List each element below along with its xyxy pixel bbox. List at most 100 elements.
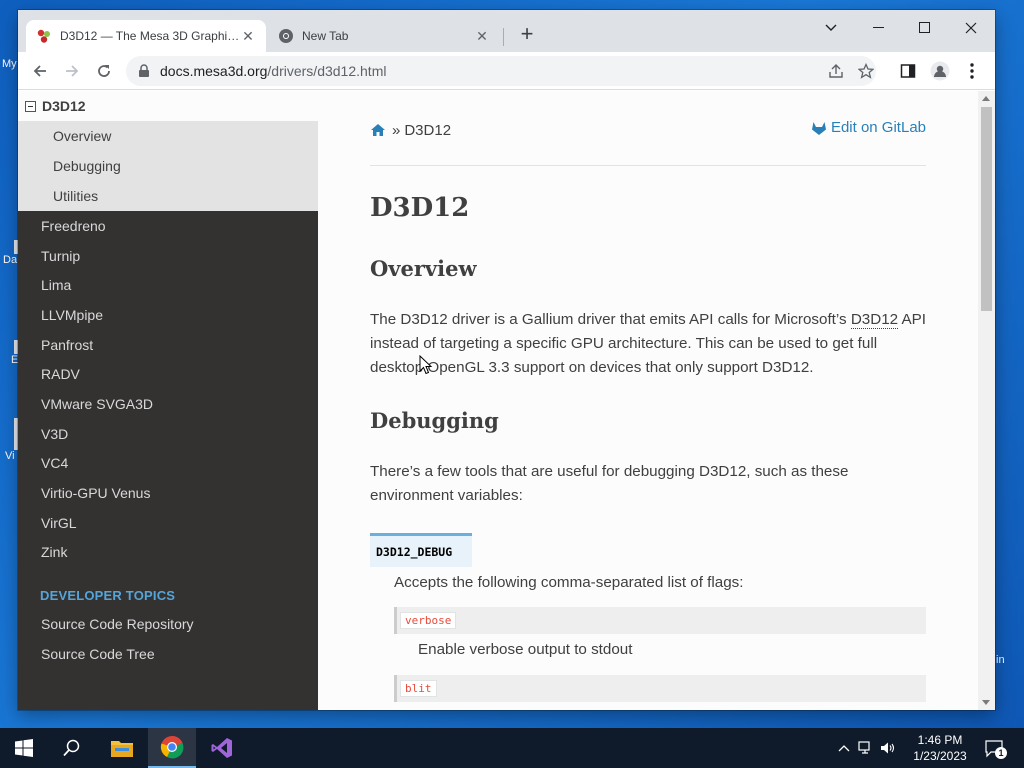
windows-logo-icon: [15, 739, 33, 757]
desktop-icon-fragment[interactable]: E: [0, 340, 18, 366]
volume-icon[interactable]: [880, 741, 896, 755]
sidebar-subitem-overview[interactable]: Overview: [18, 121, 318, 151]
sidebar-item-virgl[interactable]: VirGL: [18, 508, 318, 538]
sidebar-item-vmware-svga3d[interactable]: VMware SVGA3D: [18, 389, 318, 419]
collapse-toggle-icon[interactable]: [25, 100, 36, 112]
clock-date: 1/23/2023: [913, 749, 967, 763]
desktop-icon-label: Da: [3, 254, 18, 266]
sidebar-item-radv[interactable]: RADV: [18, 359, 318, 389]
flag-row: verbose: [394, 607, 926, 634]
sidebar-item-turnip[interactable]: Turnip: [18, 241, 318, 271]
start-button[interactable]: [0, 728, 48, 768]
sidebar-item-freedreno[interactable]: Freedreno: [18, 211, 318, 241]
network-icon[interactable]: [858, 741, 874, 755]
sidebar-item-panfrost[interactable]: Panfrost: [18, 330, 318, 360]
maximize-button[interactable]: [902, 14, 948, 42]
edit-on-gitlab-link[interactable]: Edit on GitLab: [811, 119, 926, 136]
tab-search-button[interactable]: [808, 14, 854, 42]
sidebar-item-v3d[interactable]: V3D: [18, 419, 318, 449]
minimize-icon: [873, 27, 884, 28]
side-panel-icon: [900, 64, 916, 78]
scroll-up-arrow-icon[interactable]: [982, 96, 990, 101]
browser-toolbar: docs.mesa3d.org/drivers/d3d12.html: [18, 52, 995, 90]
main-document: » D3D12 Edit on GitLab D3D12 Overview Th…: [318, 91, 978, 710]
section-heading-debugging: Debugging: [370, 408, 499, 433]
sidebar-item-d3d12[interactable]: D3D12: [18, 91, 318, 121]
minimize-button[interactable]: [856, 14, 902, 42]
close-window-button[interactable]: [948, 14, 994, 42]
flag-code: blit: [400, 680, 437, 697]
search-button[interactable]: [48, 728, 96, 768]
share-icon[interactable]: [828, 63, 844, 79]
mouse-cursor-icon: [419, 355, 433, 375]
reload-icon: [98, 65, 110, 77]
flag-row: blit: [394, 675, 926, 702]
env-var-description: Accepts the following comma-separated li…: [394, 574, 744, 591]
forward-button[interactable]: [58, 57, 86, 85]
tab-close-icon[interactable]: ✕: [240, 28, 256, 44]
folder-icon: [111, 741, 133, 757]
scrollbar-thumb[interactable]: [981, 107, 992, 311]
desktop-icon-fragment[interactable]: My: [0, 58, 17, 70]
chrome-favicon-icon: [279, 29, 293, 43]
desktop-icon-fragment[interactable]: Da: [0, 240, 18, 266]
menu-button[interactable]: [958, 57, 986, 85]
tab-new-tab[interactable]: New Tab ✕: [268, 20, 500, 52]
profile-button[interactable]: [926, 57, 954, 85]
page-scrollbar[interactable]: [978, 91, 995, 710]
taskbar-clock[interactable]: 1:46 PM 1/23/2023: [908, 732, 972, 764]
gitlab-icon: [811, 121, 826, 135]
notification-count: 1: [995, 747, 1007, 759]
scroll-down-arrow-icon[interactable]: [982, 700, 990, 705]
sidebar-item-source-code-repository[interactable]: Source Code Repository: [18, 609, 318, 639]
sidebar-item-llvmpipe[interactable]: LLVMpipe: [18, 300, 318, 330]
section-heading-overview: Overview: [370, 256, 477, 281]
search-icon: [63, 739, 80, 757]
chevron-up-icon[interactable]: [838, 744, 850, 752]
tab-title: New Tab: [302, 29, 349, 43]
desktop-icon-fragment[interactable]: Vi: [0, 418, 18, 462]
close-icon: [965, 22, 977, 34]
new-tab-button[interactable]: +: [516, 23, 538, 46]
sidebar-item-zink[interactable]: Zink: [18, 538, 318, 568]
chevron-down-icon: [825, 24, 837, 31]
tab-close-icon[interactable]: ✕: [474, 28, 490, 44]
flag-code: verbose: [400, 612, 457, 629]
address-bar[interactable]: docs.mesa3d.org/drivers/d3d12.html: [126, 56, 876, 86]
sidebar-subitem-utilities[interactable]: Utilities: [18, 181, 318, 211]
action-center-button[interactable]: 1: [984, 738, 1007, 759]
sidebar-item-source-code-tree[interactable]: Source Code Tree: [18, 639, 318, 669]
url-path: /drivers/d3d12.html: [267, 63, 387, 79]
d3d12-link[interactable]: D3D12: [850, 311, 899, 329]
env-var-name: D3D12_DEBUG: [370, 533, 473, 567]
system-tray: [838, 728, 896, 768]
overview-paragraph: The D3D12 driver is a Gallium driver tha…: [370, 308, 926, 380]
back-button[interactable]: [26, 57, 54, 85]
forward-arrow-icon: [66, 65, 79, 77]
overview-text-part1: The D3D12 driver is a Gallium driver tha…: [370, 311, 847, 328]
bookmark-star-icon[interactable]: [858, 63, 874, 79]
tab-d3d12[interactable]: D3D12 — The Mesa 3D Graphics Library ✕: [26, 20, 266, 52]
sidebar-item-vc4[interactable]: VC4: [18, 449, 318, 479]
reload-button[interactable]: [90, 57, 118, 85]
lock-icon: [139, 64, 149, 77]
edit-link-label: Edit on GitLab: [830, 119, 926, 136]
visual-studio-icon: [211, 738, 232, 758]
avatar-icon: [930, 61, 950, 81]
home-icon[interactable]: [370, 123, 386, 137]
taskbar-visual-studio[interactable]: [198, 728, 246, 768]
page-title: D3D12: [370, 193, 470, 223]
taskbar-chrome[interactable]: [148, 728, 196, 768]
kebab-menu-icon: [970, 63, 974, 79]
sidebar-subitem-debugging[interactable]: Debugging: [18, 151, 318, 181]
taskbar-file-explorer[interactable]: [98, 728, 146, 768]
sidebar-item-label: D3D12: [42, 98, 86, 114]
sidebar-item-virtio-gpu-venus[interactable]: Virtio-GPU Venus: [18, 478, 318, 508]
browser-window: D3D12 — The Mesa 3D Graphics Library ✕ N…: [18, 10, 995, 710]
desktop-icon-fragment[interactable]: in: [996, 654, 1005, 666]
side-panel-button[interactable]: [894, 57, 922, 85]
clock-time: 1:46 PM: [917, 733, 963, 747]
tab-strip: D3D12 — The Mesa 3D Graphics Library ✕ N…: [18, 10, 995, 52]
breadcrumb-current: D3D12: [404, 121, 452, 139]
sidebar-item-lima[interactable]: Lima: [18, 270, 318, 300]
